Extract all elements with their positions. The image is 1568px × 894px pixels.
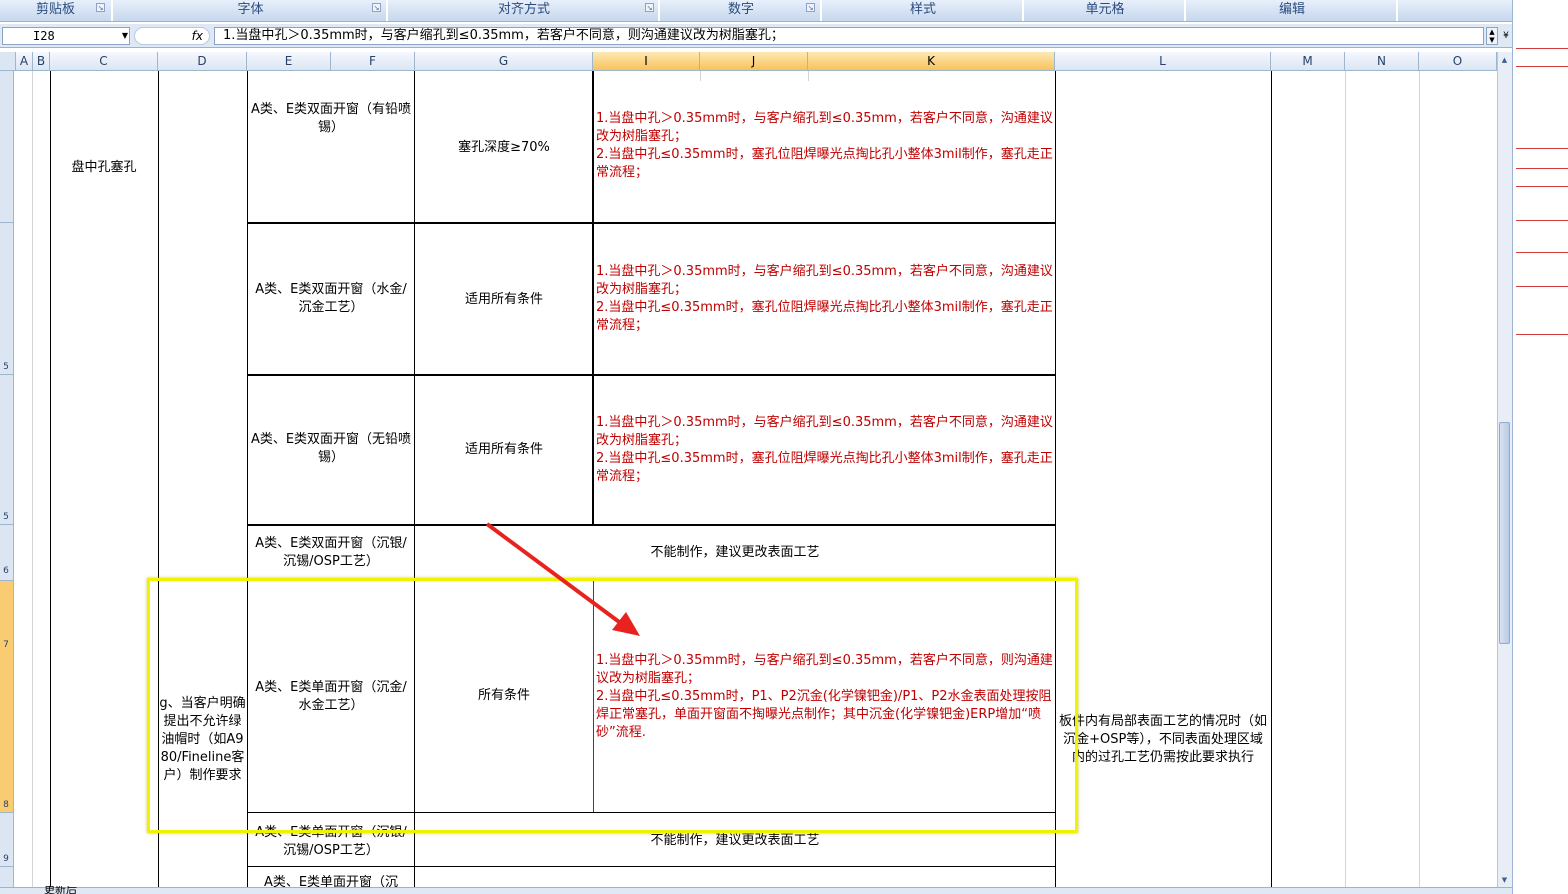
cell-g-row1[interactable]: 塞孔深度≥70%	[416, 130, 592, 166]
col-header-a[interactable]: A	[16, 52, 33, 71]
row-number: 5	[3, 512, 9, 522]
row-divider	[0, 812, 14, 813]
cell-e-row1[interactable]: A类、E类双面开窗（有铅喷锡）	[249, 94, 413, 144]
col-header-l[interactable]: L	[1055, 52, 1271, 71]
col-header-b[interactable]: B	[33, 52, 50, 71]
row-divider	[0, 374, 14, 375]
red-line	[1516, 186, 1568, 187]
gridline	[1345, 71, 1346, 887]
cell-e-row4[interactable]: A类、E类双面开窗（沉银/沉锡/OSP工艺）	[249, 529, 413, 577]
adjacent-window-strip	[1512, 0, 1568, 894]
row-divider	[0, 524, 14, 525]
formula-expand-icon[interactable]: ¥	[1500, 27, 1512, 45]
cell-border	[592, 71, 594, 525]
col-header-n[interactable]: N	[1345, 52, 1419, 71]
scrollbar-thumb[interactable]	[1499, 422, 1510, 644]
cell-c-merged[interactable]: 盘中孔塞孔	[51, 150, 157, 186]
row-number: 5	[3, 362, 9, 372]
col-header-g[interactable]: G	[415, 52, 593, 71]
red-line	[1516, 148, 1568, 149]
gridline	[700, 71, 701, 81]
red-line	[1516, 220, 1568, 221]
red-line	[1516, 334, 1568, 335]
scroll-up-icon[interactable]: ▲	[1499, 54, 1510, 66]
red-line	[1516, 252, 1568, 253]
sheet-tab-bar	[0, 887, 1512, 894]
col-header-o[interactable]: O	[1419, 52, 1497, 71]
clipboard-launcher-icon[interactable]: ↘	[96, 3, 105, 12]
ribbon-group-alignment[interactable]: 对齐方式	[390, 0, 660, 21]
cell-border	[1271, 71, 1272, 887]
cell-g-row2[interactable]: 适用所有条件	[416, 282, 592, 318]
cell-i-row3[interactable]: 1.当盘中孔＞0.35mm时，与客户缩孔到≤0.35mm，若客户不同意，沟通建议…	[596, 414, 1054, 494]
col-header-k[interactable]: K	[808, 52, 1055, 71]
formula-scroll-icon[interactable]: ▲ ▼	[1486, 27, 1498, 45]
name-box[interactable]: I28	[2, 27, 130, 45]
gridline	[32, 71, 33, 887]
ribbon-group-styles[interactable]: 样式	[824, 0, 1024, 21]
number-launcher-icon[interactable]: ↘	[806, 3, 815, 12]
cell-i-row1[interactable]: 1.当盘中孔＞0.35mm时，与客户缩孔到≤0.35mm，若客户不同意，沟通建议…	[596, 110, 1054, 190]
cell-l-merged[interactable]: 板件内有局部表面工艺的情况时（如沉金+OSP等），不同表面处理区域内的过孔工艺仍…	[1057, 702, 1269, 778]
insert-function-button[interactable]: fx	[134, 27, 210, 45]
cell-i-row2[interactable]: 1.当盘中孔＞0.35mm时，与客户缩孔到≤0.35mm，若客户不同意，沟通建议…	[596, 263, 1054, 343]
cell-border	[247, 524, 1055, 526]
sheet-tab[interactable]: 更新后	[44, 886, 94, 894]
col-header-j[interactable]: J	[700, 52, 808, 71]
row-number: 7	[3, 640, 9, 650]
alignment-launcher-icon[interactable]: ↘	[645, 3, 654, 12]
ribbon-group-font[interactable]: 字体	[115, 0, 388, 21]
cell-g-row3[interactable]: 适用所有条件	[416, 432, 592, 468]
gridline	[1419, 71, 1420, 887]
gridline	[808, 71, 809, 81]
row-header-selected[interactable]	[0, 580, 14, 812]
ribbon-group-cells[interactable]: 单元格	[1026, 0, 1186, 21]
col-header-e[interactable]: E	[247, 52, 331, 71]
cell-e-row7[interactable]: A类、E类单面开窗（沉	[249, 874, 413, 887]
red-line	[1516, 66, 1568, 67]
row-number: 8	[3, 800, 9, 810]
col-header-c[interactable]: C	[50, 52, 158, 71]
row-divider	[0, 580, 14, 581]
row-divider	[0, 866, 14, 867]
cell-border	[247, 222, 1055, 224]
font-launcher-icon[interactable]: ↘	[372, 3, 381, 12]
highlight-box	[147, 578, 1078, 833]
row-divider	[0, 222, 14, 223]
ribbon-group-editing[interactable]: 编辑	[1188, 0, 1398, 21]
select-all-corner[interactable]	[0, 52, 16, 71]
scroll-down-icon[interactable]: ▼	[1499, 874, 1510, 886]
col-header-f[interactable]: F	[331, 52, 415, 71]
row-number: 6	[3, 566, 9, 576]
name-box-dropdown-icon[interactable]: ▼	[120, 30, 130, 42]
red-line	[1516, 168, 1568, 169]
cell-gk-row4[interactable]: 不能制作，建议更改表面工艺	[416, 540, 1054, 566]
red-line	[1516, 286, 1568, 287]
cell-border	[247, 866, 1055, 867]
col-header-m[interactable]: M	[1271, 52, 1345, 71]
ribbon-group-number[interactable]: 数字	[662, 0, 822, 21]
cell-e-row2[interactable]: A类、E类双面开窗（水金/沉金工艺）	[249, 274, 413, 324]
col-header-d[interactable]: D	[158, 52, 247, 71]
col-header-i[interactable]: I	[593, 52, 700, 71]
red-line	[1516, 48, 1568, 49]
cell-border	[247, 374, 1055, 376]
cell-border	[50, 71, 51, 887]
cell-e-row3[interactable]: A类、E类双面开窗（无铅喷锡）	[249, 424, 413, 474]
formula-input[interactable]: 1.当盘中孔＞0.35mm时，与客户缩孔到≤0.35mm，若客户不同意，则沟通建…	[214, 27, 1484, 45]
row-number: 9	[3, 854, 9, 864]
